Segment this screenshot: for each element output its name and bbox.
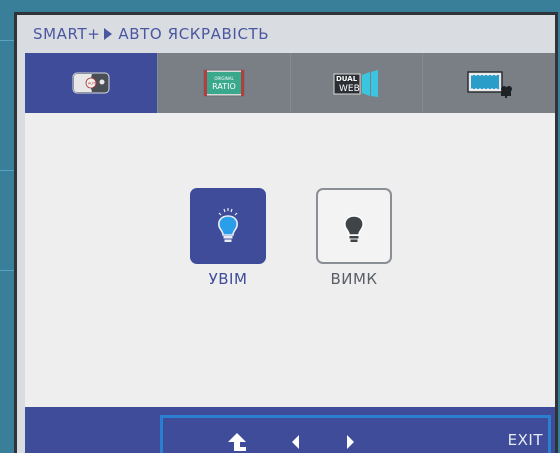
- option-off-label: ВИМК: [330, 270, 378, 288]
- right-button[interactable]: [343, 432, 357, 453]
- footer-nav: EXIT: [160, 415, 551, 453]
- tab-bar: AUTO ORIGINAL RATIO DUAL WEB: [25, 53, 555, 113]
- breadcrumb-menu: SMART+: [33, 25, 101, 43]
- left-button[interactable]: [289, 432, 303, 453]
- back-button[interactable]: [227, 432, 247, 453]
- dual-web-icon-text: WEB: [339, 84, 360, 94]
- tab-auto-brightness[interactable]: AUTO: [25, 53, 158, 113]
- breadcrumb: SMART+ АВТО ЯСКРАВІСТЬ: [17, 15, 555, 53]
- breadcrumb-arrow-icon: [104, 28, 113, 40]
- background-line: [0, 170, 14, 171]
- tab-display-settings[interactable]: [423, 53, 555, 113]
- bulb-on-icon: [218, 208, 238, 242]
- option-on-box[interactable]: [190, 188, 266, 264]
- background-line: [0, 270, 14, 271]
- background-line: [0, 40, 14, 41]
- option-off[interactable]: ВИМК: [315, 188, 393, 288]
- arrow-left-icon: [292, 435, 299, 449]
- auto-brightness-icon-text: AUTO: [88, 82, 98, 86]
- exit-button[interactable]: EXIT: [508, 431, 543, 449]
- display-projector-icon: [467, 71, 513, 98]
- bulb-off-icon: [344, 215, 364, 242]
- return-up-icon: [228, 433, 246, 451]
- option-on[interactable]: УВІМ: [189, 188, 267, 288]
- original-ratio-icon-text: RATIO: [212, 82, 236, 91]
- footer-bar: EXIT: [25, 407, 555, 453]
- original-ratio-icon-text: ORIGINAL: [214, 76, 234, 81]
- dual-web-icon-text: DUAL: [336, 75, 358, 83]
- osd-panel: SMART+ АВТО ЯСКРАВІСТЬ AUTO ORIGINAL RAT…: [17, 15, 555, 453]
- dual-web-icon: DUAL WEB: [333, 70, 379, 97]
- option-off-box[interactable]: [316, 188, 392, 264]
- original-ratio-icon: ORIGINAL RATIO: [203, 69, 245, 97]
- tab-original-ratio[interactable]: ORIGINAL RATIO: [157, 53, 291, 113]
- breadcrumb-submenu: АВТО ЯСКРАВІСТЬ: [118, 25, 270, 43]
- osd-window: SMART+ АВТО ЯСКРАВІСТЬ AUTO ORIGINAL RAT…: [14, 12, 558, 453]
- auto-brightness-icon: AUTO: [72, 72, 110, 94]
- options-panel: УВІМ ВИМК: [25, 113, 555, 407]
- option-on-label: УВІМ: [208, 270, 248, 288]
- arrow-right-icon: [347, 435, 354, 449]
- tab-dual-web[interactable]: DUAL WEB: [290, 53, 424, 113]
